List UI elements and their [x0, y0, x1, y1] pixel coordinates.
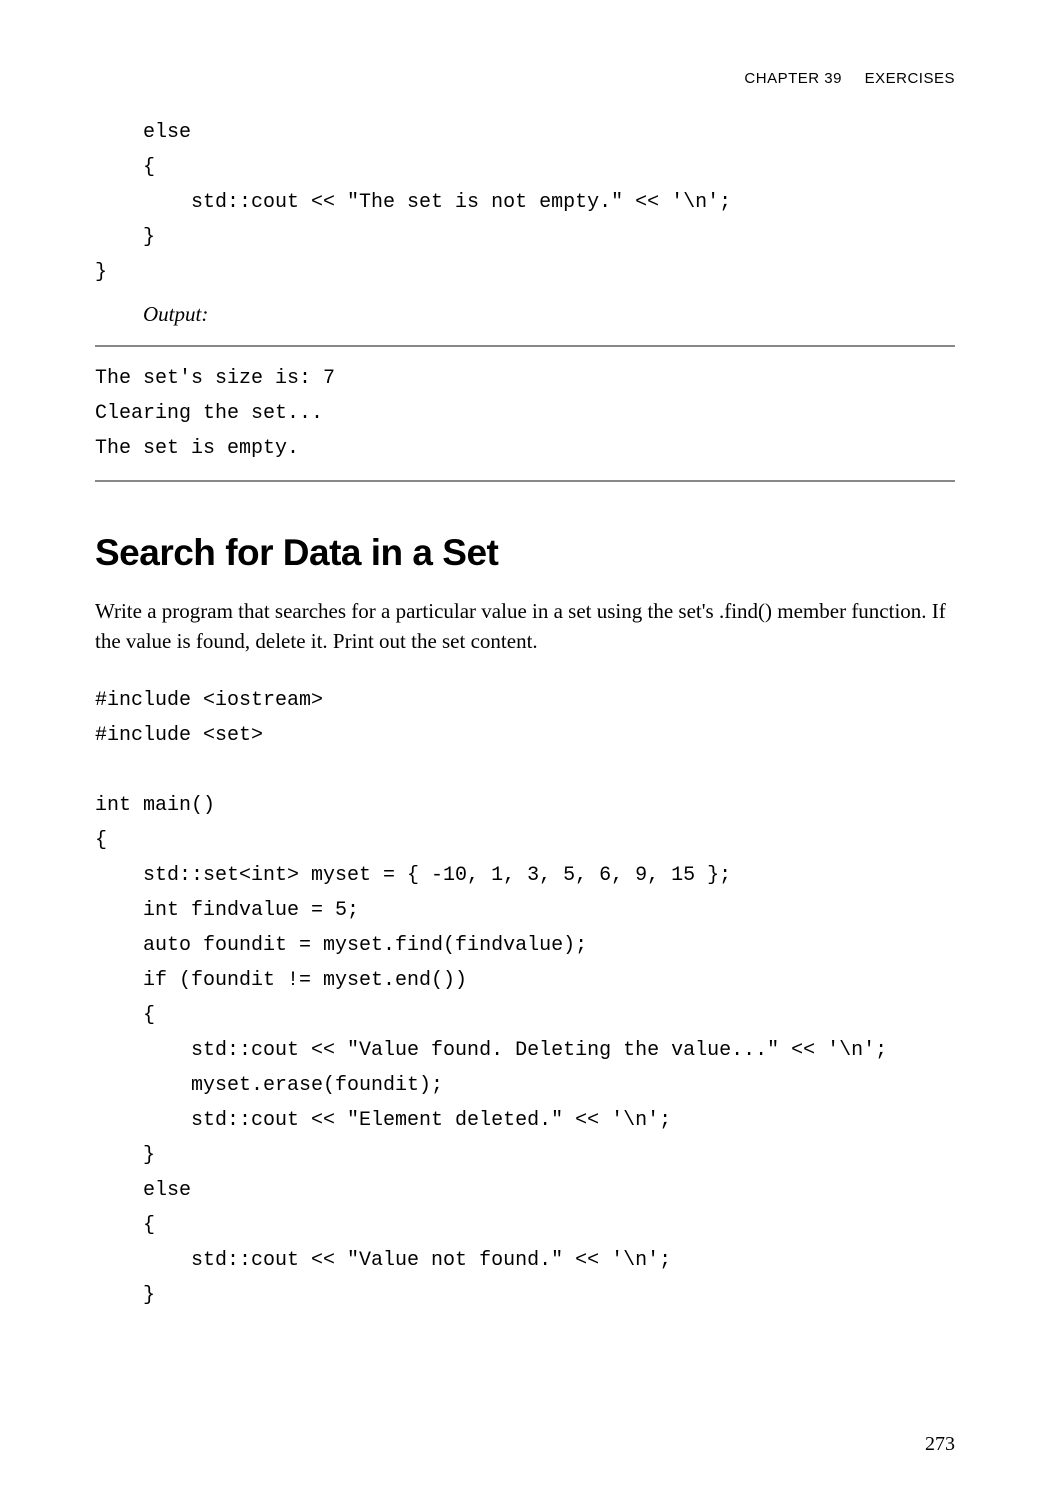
code-block-2: #include <iostream> #include <set> int m…: [95, 683, 955, 1313]
output-label: Output:: [143, 302, 955, 327]
code-block-1: else { std::cout << "The set is not empt…: [95, 115, 955, 290]
page-header: CHAPTER 39 EXERCISES: [95, 70, 955, 87]
page-number: 273: [925, 1433, 955, 1456]
output-box: The set's size is: 7 Clearing the set...…: [95, 345, 955, 482]
chapter-label: CHAPTER 39: [744, 70, 842, 87]
output-text: The set's size is: 7 Clearing the set...…: [95, 361, 955, 466]
section-heading: Search for Data in a Set: [95, 532, 955, 574]
body-paragraph: Write a program that searches for a part…: [95, 596, 955, 657]
header-title: EXERCISES: [865, 70, 955, 87]
